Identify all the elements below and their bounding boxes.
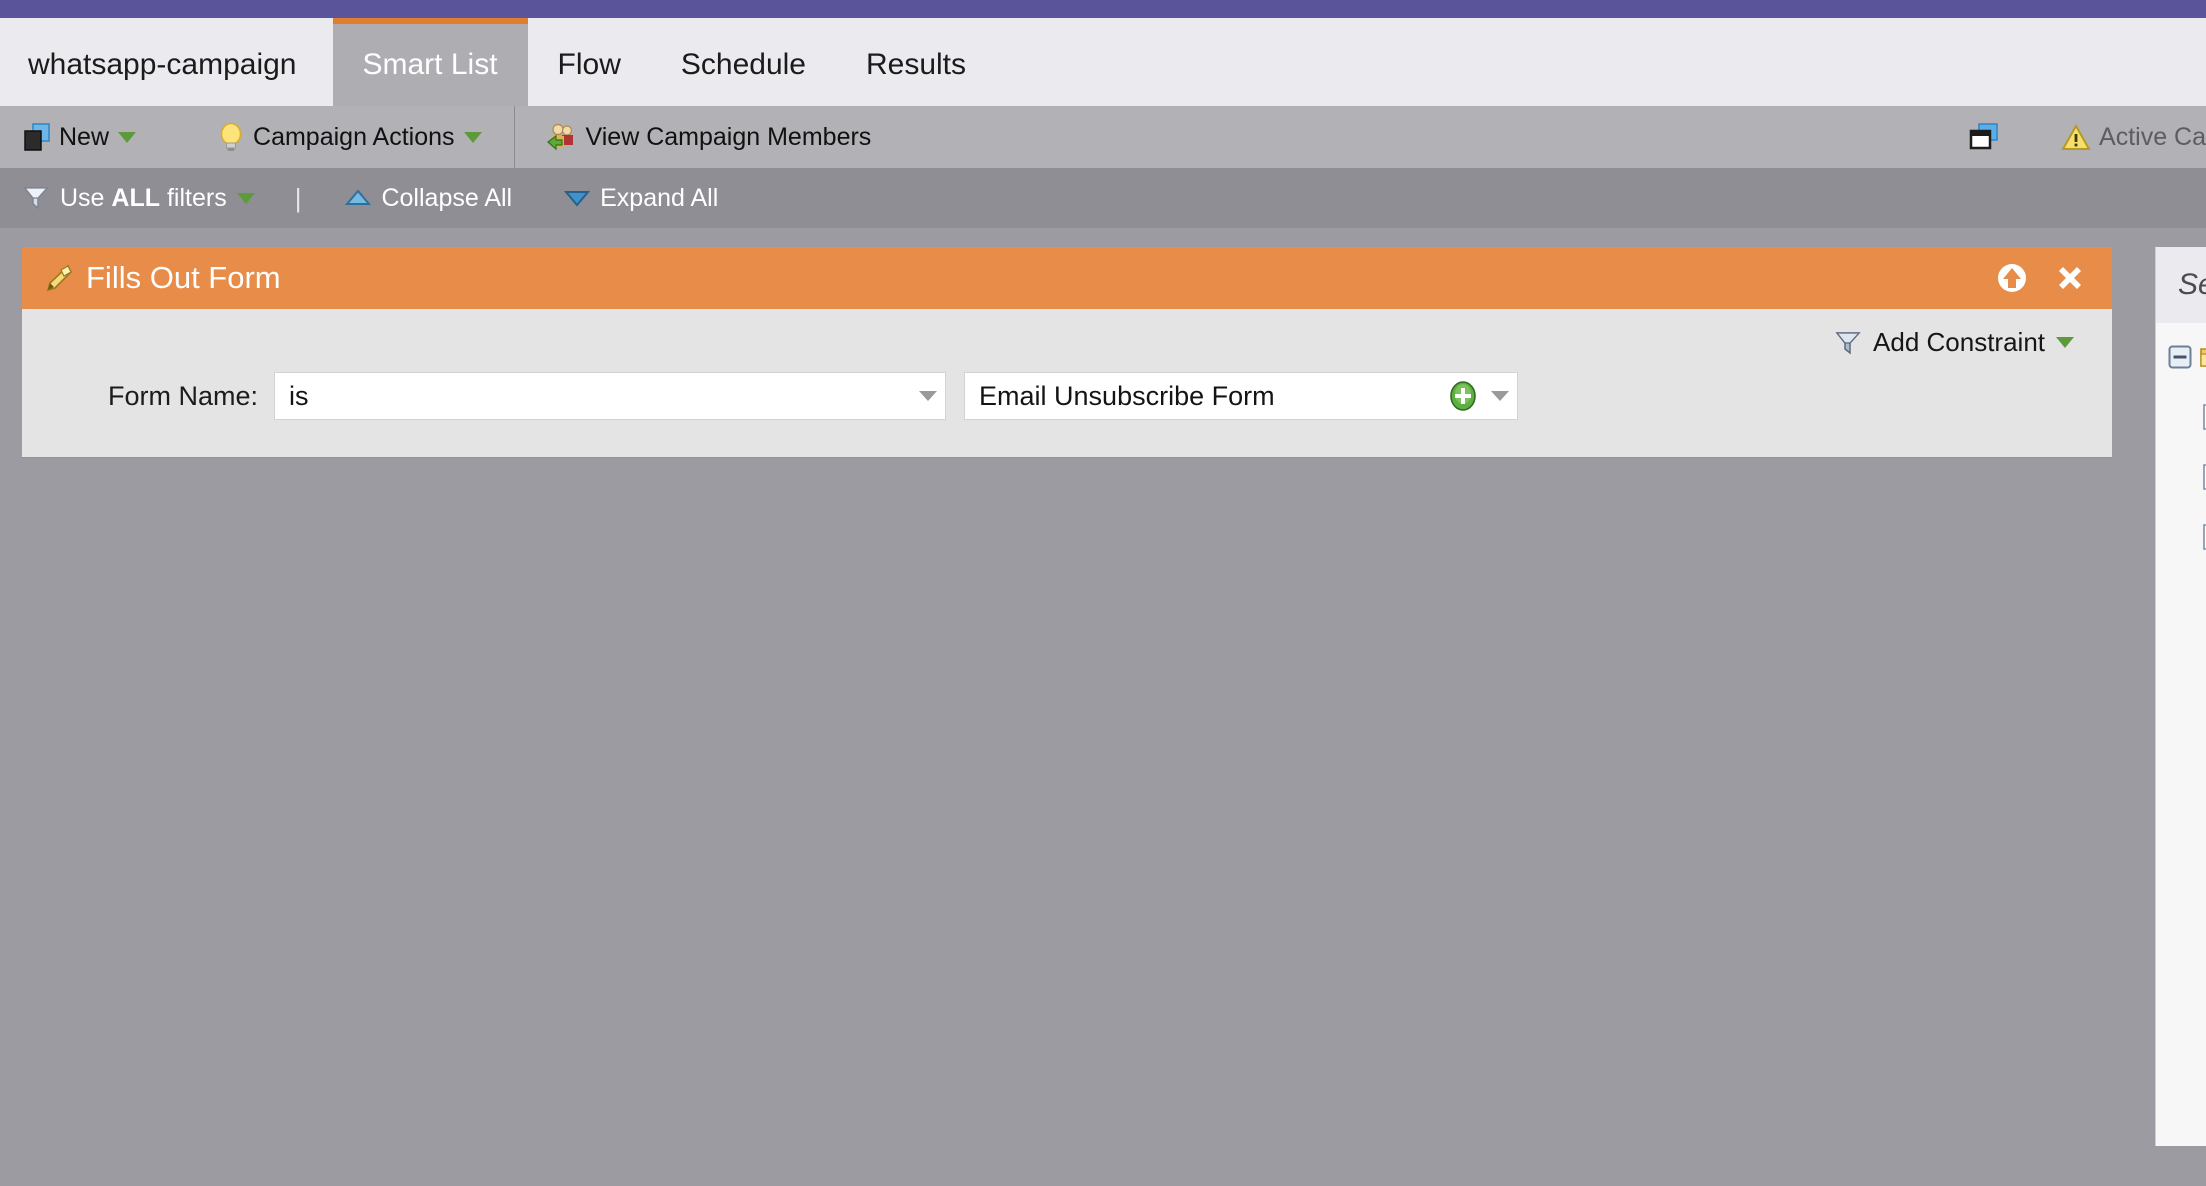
asset-tree-item[interactable]	[2202, 519, 2206, 555]
filter-card-constraint-row: Add Constraint	[22, 309, 2112, 358]
search-side-panel-header: Se	[2156, 247, 2206, 323]
main-toolbar: New Campaign Actions View Campaign Membe	[0, 106, 2206, 168]
view-campaign-members-button[interactable]: View Campaign Members	[537, 106, 882, 168]
window-title-bar	[0, 0, 2206, 18]
chevron-down-icon[interactable]	[463, 131, 482, 143]
triangle-up-icon	[345, 189, 372, 207]
document-icon	[2202, 464, 2206, 490]
filter-card-title: Fills Out Form	[86, 260, 281, 295]
document-icon	[2202, 524, 2206, 550]
people-group-icon	[546, 122, 577, 152]
arrow-up-circle-icon[interactable]	[1996, 262, 2028, 294]
view-campaign-members-label: View Campaign Members	[585, 122, 872, 151]
expand-all-button[interactable]: Expand All	[558, 184, 724, 213]
toolbar-right-group: Active Ca	[1969, 123, 2206, 152]
filter-card-actions	[1996, 262, 2086, 294]
tab-flow-label: Flow	[557, 48, 621, 81]
chevron-down-icon[interactable]	[118, 131, 137, 143]
asset-tree-root[interactable]	[2168, 339, 2206, 375]
form-name-label: Form Name:	[108, 380, 259, 411]
plus-circle-green-icon[interactable]	[1443, 380, 1483, 412]
lightbulb-icon	[218, 122, 244, 152]
smart-list-canvas: Fills Out Form Add Constraint Form Name:…	[0, 228, 2206, 1146]
form-name-select[interactable]: Email Unsubscribe Form	[964, 372, 1519, 420]
search-side-panel: Se	[2155, 247, 2206, 1146]
minus-box-icon[interactable]	[2168, 345, 2192, 369]
use-filters-suffix: filters	[160, 183, 227, 212]
tab-smart-list-label: Smart List	[362, 48, 498, 81]
tab-campaign-name[interactable]: whatsapp-campaign	[0, 18, 333, 106]
new-button-label: New	[59, 122, 110, 151]
add-constraint-label: Add Constraint	[1873, 327, 2045, 357]
window-restore-icon[interactable]	[1969, 123, 1999, 151]
tab-results-label: Results	[865, 48, 967, 81]
folder-icon	[2200, 345, 2206, 369]
campaign-actions-label: Campaign Actions	[253, 122, 455, 151]
active-campaign-label: Active Ca	[2099, 122, 2206, 151]
chevron-down-icon[interactable]	[911, 391, 945, 401]
triangle-down-icon	[563, 189, 591, 207]
asset-tree	[2156, 323, 2206, 555]
tab-smart-list[interactable]: Smart List	[332, 18, 528, 106]
filter-card-header: Fills Out Form	[22, 247, 2112, 309]
chevron-down-icon[interactable]	[1483, 391, 1517, 401]
filter-card-body: Add Constraint Form Name: is Email Unsub…	[22, 309, 2112, 457]
smart-list-filter-bar: Use ALL filters | Collapse All Expand Al…	[0, 168, 2206, 228]
asset-tree-item[interactable]	[2202, 399, 2206, 435]
add-constraint-button[interactable]: Add Constraint	[1834, 327, 2074, 358]
chevron-down-icon[interactable]	[236, 192, 255, 204]
filter-card-fills-out-form: Fills Out Form Add Constraint Form Name:…	[22, 247, 2112, 457]
active-campaign-status[interactable]: Active Ca	[2061, 123, 2206, 152]
funnel-icon	[1834, 329, 1862, 357]
use-all-filters-button[interactable]: Use ALL filters	[16, 184, 261, 213]
campaign-actions-button[interactable]: Campaign Actions	[208, 106, 492, 168]
funnel-icon	[22, 184, 50, 212]
search-side-panel-title: Se	[2178, 268, 2206, 301]
toolbar-separator	[513, 106, 515, 168]
tab-results[interactable]: Results	[836, 18, 996, 106]
tab-schedule-label: Schedule	[680, 48, 806, 81]
pencil-edit-icon	[44, 263, 74, 293]
form-name-select-value: Email Unsubscribe Form	[979, 380, 1275, 411]
close-x-icon[interactable]	[2054, 262, 2086, 294]
use-filters-strong: ALL	[111, 183, 161, 212]
collapse-all-button[interactable]: Collapse All	[339, 184, 518, 213]
filter-bar-divider: |	[294, 182, 302, 213]
tab-schedule[interactable]: Schedule	[651, 18, 836, 106]
warning-triangle-icon	[2061, 123, 2091, 151]
new-document-icon	[24, 123, 50, 151]
use-filters-prefix: Use	[60, 183, 112, 212]
asset-tree-item[interactable]	[2202, 459, 2206, 495]
operator-select-value: is	[289, 380, 309, 411]
tab-strip: whatsapp-campaign Smart List Flow Schedu…	[0, 18, 2206, 106]
document-icon	[2202, 404, 2206, 430]
tab-flow[interactable]: Flow	[528, 18, 651, 106]
form-name-field-row: Form Name: is Email Unsubscribe Form	[22, 372, 2112, 420]
tab-campaign-name-label: whatsapp-campaign	[28, 48, 297, 81]
new-button[interactable]: New	[14, 106, 146, 168]
collapse-all-label: Collapse All	[381, 183, 513, 212]
expand-all-label: Expand All	[600, 183, 719, 212]
use-all-filters-label: Use ALL filters	[60, 184, 227, 213]
chevron-down-icon[interactable]	[2056, 337, 2074, 348]
operator-select[interactable]: is	[274, 372, 947, 420]
